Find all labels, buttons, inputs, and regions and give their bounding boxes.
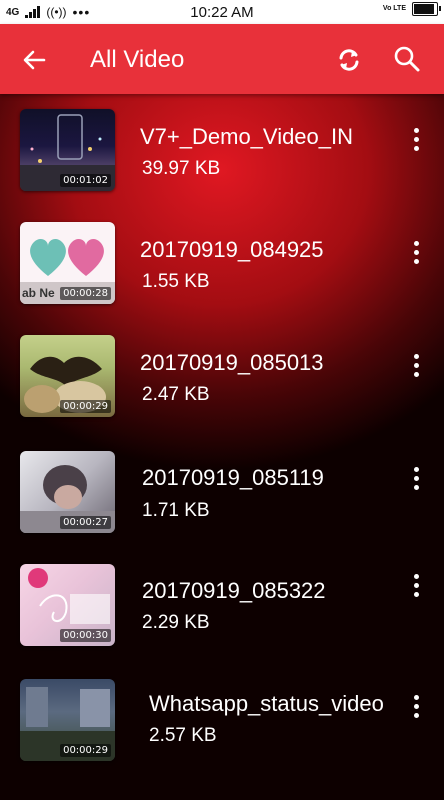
thumbnail-caption: ab Ne	[22, 286, 55, 300]
video-size: 2.57 KB	[149, 725, 217, 746]
video-size: 1.55 KB	[142, 271, 210, 292]
video-size: 1.71 KB	[142, 500, 210, 521]
more-options-icon[interactable]	[406, 124, 426, 158]
status-bar: 4G ((•)) ••• 10:22 AM Vo LTE	[0, 0, 444, 24]
video-thumbnail[interactable]: 00:00:29	[20, 335, 115, 417]
video-list-item[interactable]: ab Ne 00:00:28 20170919_084925 1.55 KB	[0, 207, 444, 317]
video-thumbnail[interactable]: ab Ne 00:00:28	[20, 222, 115, 304]
more-options-icon[interactable]	[406, 463, 426, 497]
video-name: Whatsapp_status_video	[149, 691, 384, 716]
page-title: All Video	[90, 46, 185, 73]
video-duration: 00:00:29	[60, 400, 111, 413]
video-thumbnail[interactable]: 00:00:27	[20, 451, 115, 533]
video-name: 20170919_085322	[142, 578, 326, 603]
video-name: 20170919_085119	[142, 465, 324, 490]
video-size: 2.29 KB	[142, 612, 210, 633]
more-options-icon[interactable]	[406, 691, 426, 725]
volte-icon: Vo LTE	[382, 5, 406, 12]
video-thumbnail[interactable]: 00:00:29	[20, 679, 115, 761]
clock: 10:22 AM	[190, 4, 254, 21]
video-list-item[interactable]: 00:00:29 20170919_085013 2.47 KB	[0, 320, 444, 430]
video-name: 20170919_084925	[140, 237, 324, 262]
video-thumbnail[interactable]: 00:01:02	[20, 109, 115, 191]
video-size: 2.47 KB	[142, 384, 210, 405]
arrow-back-icon[interactable]	[18, 44, 50, 76]
video-name: 20170919_085013	[140, 350, 324, 375]
video-list-item[interactable]: 00:01:02 V7+_Demo_Video_IN 39.97 KB	[0, 94, 444, 204]
video-size: 39.97 KB	[142, 158, 221, 179]
app-bar: All Video	[0, 24, 444, 94]
battery-icon	[412, 2, 441, 16]
more-options-icon[interactable]	[406, 570, 426, 604]
video-name: V7+_Demo_Video_IN	[140, 124, 354, 149]
video-duration: 00:00:27	[60, 516, 111, 529]
video-duration: 00:00:30	[60, 629, 111, 642]
video-list-item[interactable]: 00:00:30 20170919_085322 2.29 KB	[0, 546, 444, 656]
video-duration: 00:00:29	[60, 744, 111, 757]
refresh-icon[interactable]	[334, 45, 364, 75]
video-duration: 00:01:02	[60, 174, 111, 187]
video-thumbnail[interactable]: 00:00:30	[20, 564, 115, 646]
more-options-icon[interactable]	[406, 350, 426, 384]
video-duration: 00:00:28	[60, 287, 111, 300]
video-list-item[interactable]: 00:00:27 20170919_085119 1.71 KB	[0, 433, 444, 543]
video-list-item[interactable]: 00:00:29 Whatsapp_status_video 2.57 KB	[0, 659, 444, 769]
search-icon[interactable]	[392, 44, 422, 74]
more-options-icon[interactable]	[406, 237, 426, 271]
